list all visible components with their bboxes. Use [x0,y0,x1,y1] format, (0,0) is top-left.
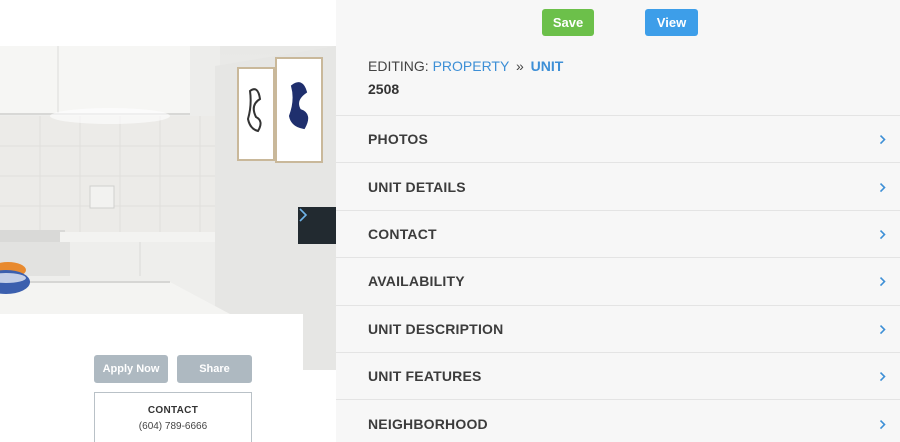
breadcrumb-property-link[interactable]: PROPERTY [433,58,510,74]
chevron-right-icon [879,419,886,429]
section-label: UNIT DESCRIPTION [368,320,504,337]
section-availability[interactable]: AVAILABILITY [336,257,900,304]
section-photos[interactable]: PHOTOS [336,115,900,162]
section-label: NEIGHBORHOOD [368,415,488,432]
section-neighborhood[interactable]: NEIGHBORHOOD [336,399,900,442]
chevron-right-icon [879,229,886,240]
chevron-right-icon [299,208,308,222]
section-unit-description[interactable]: UNIT DESCRIPTION [336,304,900,352]
view-button[interactable]: View [645,9,698,36]
section-unit-features[interactable]: UNIT FEATURES [336,351,900,399]
share-button[interactable]: Share [177,355,252,383]
section-unit-details[interactable]: UNIT DETAILS [336,162,900,209]
chevron-right-icon [879,372,886,382]
section-contact[interactable]: CONTACT [336,209,900,257]
contact-phone[interactable]: (604) 789-6666 [95,421,251,432]
chevron-right-icon [879,324,886,334]
chevron-right-icon [879,277,886,287]
section-list: PHOTOS UNIT DETAILS CONTACT AVAILABILITY… [336,115,900,442]
breadcrumb-prefix: EDITING: [368,58,429,74]
listing-preview: Apply Now Share CONTACT (604) 789-6666 [0,0,336,442]
section-label: CONTACT [368,225,437,242]
chevron-right-icon [879,182,886,192]
section-label: AVAILABILITY [368,273,465,290]
contact-card: CONTACT (604) 789-6666 [94,392,252,442]
apply-now-button[interactable]: Apply Now [94,355,168,383]
breadcrumb-unit-link[interactable]: UNIT [531,58,564,74]
next-photo-button[interactable] [298,207,336,244]
section-label: UNIT FEATURES [368,368,482,385]
section-label: PHOTOS [368,131,429,148]
chevron-right-icon [879,135,886,145]
section-label: UNIT DETAILS [368,178,466,195]
unit-number: 2508 [368,81,400,97]
save-button[interactable]: Save [542,9,594,36]
editor-panel: Save View EDITING: PROPERTY » UNIT 2508 … [336,0,900,442]
breadcrumb-separator: » [515,58,524,74]
contact-title: CONTACT [147,405,199,416]
breadcrumb: EDITING: PROPERTY » UNIT [368,58,563,74]
preview-header [0,0,336,46]
